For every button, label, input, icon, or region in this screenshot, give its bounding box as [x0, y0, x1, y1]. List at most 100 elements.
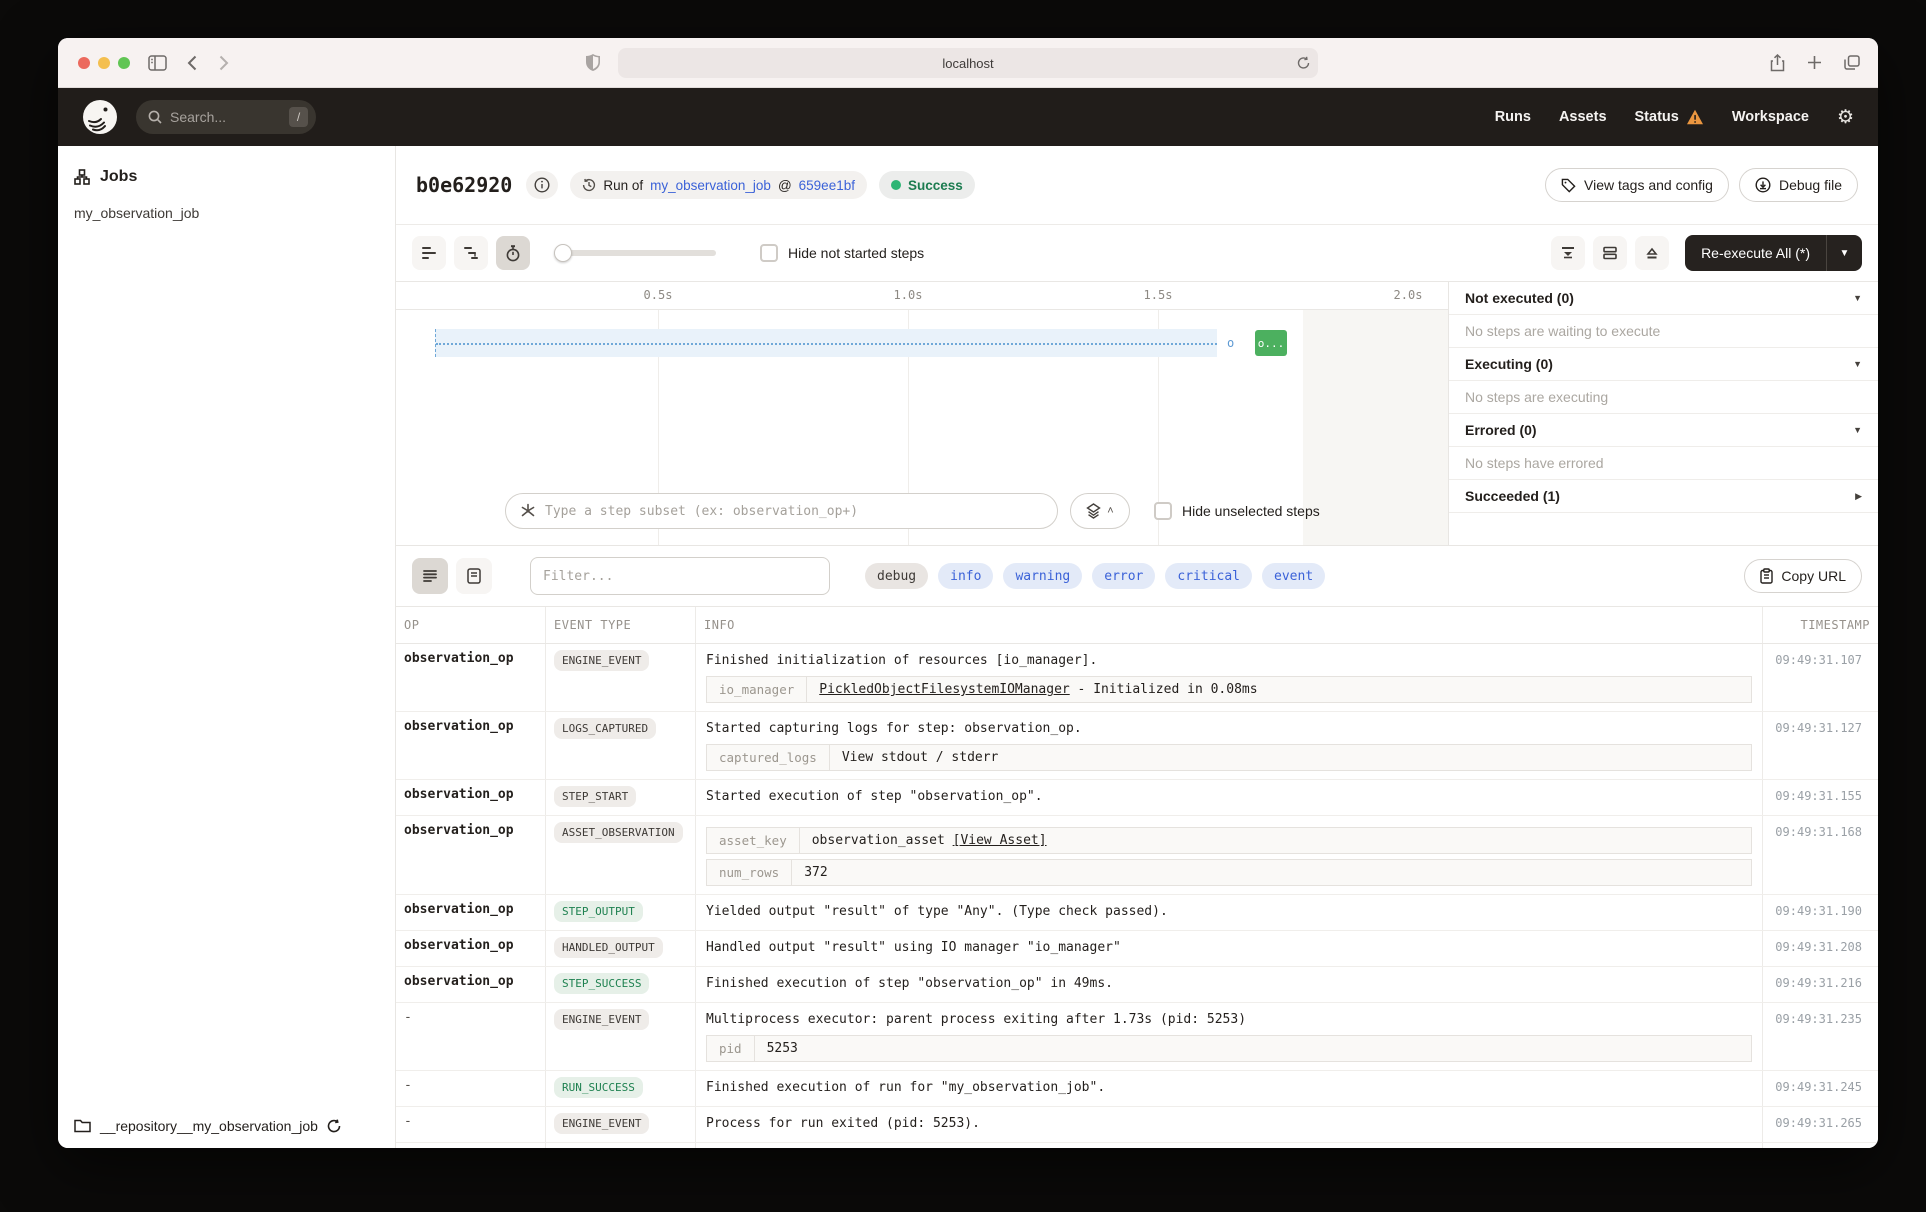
log-row[interactable]: -RUN_SUCCESSFinished execution of run fo… — [396, 1071, 1878, 1107]
log-row[interactable]: observation_opHANDLED_OUTPUTHandled outp… — [396, 931, 1878, 967]
log-level-info[interactable]: info — [938, 563, 993, 589]
metadata-link[interactable]: PickledObjectFilesystemIOManager — [819, 682, 1069, 697]
metadata-value: observation_asset [View Asset] — [800, 833, 1059, 848]
log-list-view-button[interactable] — [412, 558, 448, 594]
timed-view-button[interactable] — [496, 236, 530, 270]
zoom-slider[interactable] — [556, 250, 716, 256]
zoom-window-button[interactable] — [118, 57, 130, 69]
flat-view-button[interactable] — [412, 236, 446, 270]
waterfall-view-button[interactable] — [454, 236, 488, 270]
timestamp-cell[interactable]: 09:49:31.216 — [1763, 967, 1878, 1002]
step-subset-placeholder: Type a step subset (ex: observation_op+) — [545, 504, 858, 519]
log-row[interactable]: observation_opSTEP_OUTPUTYielded output … — [396, 895, 1878, 931]
timestamp-cell[interactable]: 09:49:31.127 — [1763, 712, 1878, 779]
forward-icon[interactable] — [219, 55, 229, 71]
run-id: b0e62920 — [416, 173, 512, 197]
log-level-error[interactable]: error — [1092, 563, 1155, 589]
metadata-value: 5253 — [755, 1041, 810, 1056]
reload-repository-icon[interactable] — [327, 1119, 341, 1133]
expand-panel-up-button[interactable] — [1635, 236, 1669, 270]
log-row[interactable]: observation_opLOGS_CAPTUREDStarted captu… — [396, 712, 1878, 780]
timestamp-cell[interactable]: 09:49:31.245 — [1763, 1071, 1878, 1106]
nav-item-assets[interactable]: Assets — [1559, 109, 1607, 125]
log-row[interactable]: -ENGINE_EVENTProcess for run exited (pid… — [396, 1107, 1878, 1143]
dagster-logo[interactable] — [82, 99, 118, 135]
metadata-value: View stdout / stderr — [830, 750, 1011, 765]
new-tab-icon[interactable] — [1807, 55, 1822, 70]
log-row[interactable]: observation_opSTEP_STARTStarted executio… — [396, 780, 1878, 816]
log-row[interactable]: -ENGINE_EVENTMultiprocess executor: pare… — [396, 1003, 1878, 1071]
log-row[interactable]: observation_opASSET_OBSERVATIONasset_key… — [396, 816, 1878, 895]
log-row[interactable]: observation_opSTEP_SUCCESSFinished execu… — [396, 967, 1878, 1003]
timestamp-cell[interactable]: 09:49:31.235 — [1763, 1003, 1878, 1070]
step-panel-section-header[interactable]: Succeeded (1)▶ — [1449, 480, 1878, 513]
share-icon[interactable] — [1770, 54, 1785, 72]
reexecute-options-caret[interactable]: ▼ — [1826, 235, 1862, 271]
global-search-input[interactable]: Search... / — [136, 100, 316, 134]
nav-items: Runs Assets Status Workspace — [1495, 109, 1809, 125]
nav-item-runs[interactable]: Runs — [1495, 109, 1531, 125]
step-panel-section-label: Succeeded (1) — [1465, 488, 1560, 504]
history-icon — [582, 178, 596, 192]
tab-overview-icon[interactable] — [1844, 55, 1860, 70]
collapse-panel-down-button[interactable] — [1551, 236, 1585, 270]
copy-url-button[interactable]: Copy URL — [1744, 559, 1862, 593]
timestamp-cell[interactable]: 09:49:31.155 — [1763, 780, 1878, 815]
step-box-observation-op[interactable]: o... — [1255, 330, 1287, 356]
log-message: Multiprocess executor: parent process ex… — [706, 1009, 1752, 1030]
timestamp-cell[interactable]: 09:49:31.265 — [1763, 1107, 1878, 1142]
close-window-button[interactable] — [78, 57, 90, 69]
info-cell: Started capturing logs for step: observa… — [696, 712, 1763, 779]
timestamp-cell[interactable]: 09:49:31.190 — [1763, 895, 1878, 930]
sidebar-item-my-observation-job[interactable]: my_observation_job — [58, 196, 395, 230]
settings-gear-icon[interactable]: ⚙ — [1837, 106, 1854, 129]
at-symbol: @ — [778, 178, 792, 193]
step-subset-input[interactable]: Type a step subset (ex: observation_op+) — [505, 493, 1058, 529]
split-panels-button[interactable] — [1593, 236, 1627, 270]
log-level-event[interactable]: event — [1262, 563, 1325, 589]
zoom-slider-knob[interactable] — [554, 244, 572, 262]
gantt-chart: o o... Type a step subset (ex: observati… — [396, 310, 1448, 545]
url-bar[interactable]: localhost — [618, 48, 1318, 78]
search-icon — [148, 110, 162, 124]
nav-item-status[interactable]: Status — [1635, 109, 1704, 125]
event-type-tag: ENGINE_EVENT — [554, 1113, 649, 1134]
hide-unselected-label: Hide unselected steps — [1182, 503, 1320, 519]
metadata-entry: asset_keyobservation_asset [View Asset] — [706, 827, 1752, 854]
timestamp-cell[interactable]: 09:49:31.107 — [1763, 644, 1878, 711]
commit-link[interactable]: 659ee1bf — [799, 178, 855, 193]
log-structured-view-button[interactable] — [456, 558, 492, 594]
run-info-icon[interactable] — [526, 171, 558, 199]
step-panel-section-header[interactable]: Executing (0)▼ — [1449, 348, 1878, 381]
info-cell: Yielded output "result" of type "Any". (… — [696, 895, 1763, 930]
clipboard-icon — [1760, 568, 1773, 584]
refresh-page-icon[interactable] — [1297, 56, 1310, 70]
debug-file-button[interactable]: Debug file — [1739, 168, 1858, 202]
metadata-link[interactable]: [View Asset] — [953, 833, 1047, 848]
timestamp-cell[interactable]: 09:49:31.208 — [1763, 931, 1878, 966]
view-tags-config-button[interactable]: View tags and config — [1545, 168, 1729, 202]
info-cell — [696, 1143, 1763, 1148]
log-row[interactable]: observation_opENGINE_EVENTFinished initi… — [396, 644, 1878, 712]
hide-not-started-checkbox[interactable] — [760, 244, 778, 262]
log-level-warning[interactable]: warning — [1003, 563, 1082, 589]
minimize-window-button[interactable] — [98, 57, 110, 69]
sidebar-toggle-icon[interactable] — [148, 55, 167, 71]
metadata-key: pid — [707, 1036, 755, 1061]
op-cell: observation_op — [396, 895, 546, 930]
metadata-key: asset_key — [707, 828, 800, 853]
job-link[interactable]: my_observation_job — [650, 178, 771, 193]
metadata-key: io_manager — [707, 677, 807, 702]
log-filter-input[interactable]: Filter... — [530, 557, 830, 595]
reexecute-all-button[interactable]: Re-execute All (*) — [1685, 235, 1826, 271]
timestamp-cell[interactable]: 09:49:31.168 — [1763, 816, 1878, 894]
back-icon[interactable] — [187, 55, 197, 71]
nav-item-workspace[interactable]: Workspace — [1732, 109, 1809, 125]
log-level-critical[interactable]: critical — [1165, 563, 1252, 589]
step-panel-section-header[interactable]: Errored (0)▼ — [1449, 414, 1878, 447]
log-message: Handled output "result" using IO manager… — [706, 937, 1752, 958]
hide-unselected-checkbox[interactable] — [1154, 502, 1172, 520]
log-level-debug[interactable]: debug — [865, 563, 928, 589]
graph-query-toggle-button[interactable]: ˄ — [1070, 493, 1130, 529]
step-panel-section-header[interactable]: Not executed (0)▼ — [1449, 282, 1878, 315]
